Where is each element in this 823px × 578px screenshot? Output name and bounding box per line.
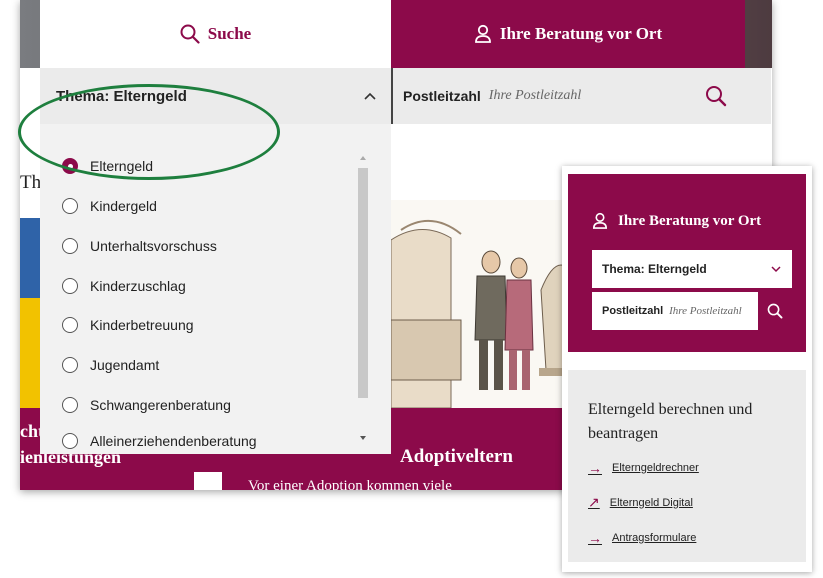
card-postleitzahl-input[interactable]: Ihre Postleitzahl <box>669 305 756 317</box>
option-label: Kindergeld <box>90 198 157 214</box>
tab-suche[interactable]: Suche <box>40 0 391 68</box>
beratung-title: Ihre Beratung vor Ort <box>592 212 761 230</box>
beratung-panel: Ihre Beratung vor Ort Thema: Elterngeld … <box>568 174 806 352</box>
link-label: Elterngeld Digital <box>609 496 693 509</box>
option-kinderzuschlag[interactable]: Kinderzuschlag <box>62 274 186 298</box>
person-icon <box>592 212 608 229</box>
mobile-widget-card: Ihre Beratung vor Ort Thema: Elterngeld … <box>562 166 812 572</box>
teaser-subtitle: Vor einer Adoption kommen viele <box>248 478 452 490</box>
elterngeld-links-panel: Elterngeld berechnen und beantragen → El… <box>568 370 806 562</box>
beratung-title-label: Ihre Beratung vor Ort <box>618 212 762 229</box>
card-postleitzahl-label: Postleitzahl <box>602 305 664 317</box>
option-label: Jugendamt <box>90 357 160 373</box>
chevron-up-icon <box>364 92 376 100</box>
arrow-up-right-icon: ↗ <box>588 494 600 510</box>
link-label: Antragsformulare <box>612 532 697 544</box>
elterngeld-links-title: Elterngeld berechnen und beantragen <box>588 401 753 442</box>
link-elterngeld-digital[interactable]: ↗ Elterngeld Digital <box>588 494 693 511</box>
flag-image-fragment <box>20 218 40 408</box>
search-icon <box>767 303 783 319</box>
option-kindergeld[interactable]: Kindergeld <box>62 194 157 218</box>
option-schwangerenberatung[interactable]: Schwangerenberatung <box>62 393 231 417</box>
postleitzahl-label: Postleitzahl <box>403 88 481 104</box>
radio-icon <box>62 357 78 373</box>
highlight-ellipse <box>18 84 280 180</box>
option-label: Unterhaltsvorschuss <box>90 238 217 254</box>
search-icon[interactable] <box>705 85 727 107</box>
option-label: Alleinerziehendenberatung <box>90 433 257 449</box>
option-alleinerziehendenberatung[interactable]: Alleinerziehendenberatung <box>62 429 257 453</box>
option-label: Kinderzuschlag <box>90 278 186 294</box>
background-heading-fragment: Th <box>20 172 42 193</box>
radio-icon <box>62 397 78 413</box>
link-elterngeldrechner[interactable]: → Elterngeldrechner <box>588 460 699 476</box>
option-label: Schwangerenberatung <box>90 397 231 413</box>
arrow-right-icon: → <box>588 530 602 546</box>
card-thema-select[interactable]: Thema: Elterngeld <box>592 250 792 288</box>
radio-icon <box>62 198 78 214</box>
chevron-down-icon <box>771 266 781 273</box>
option-jugendamt[interactable]: Jugendamt <box>62 353 159 377</box>
teaser-white-box <box>194 472 222 490</box>
radio-icon <box>62 433 78 449</box>
teaser-title[interactable]: Adoptiveltern <box>400 446 513 468</box>
search-icon <box>180 24 200 44</box>
tab-suche-label: Suche <box>207 24 252 43</box>
card-search-button[interactable] <box>756 292 792 330</box>
postleitzahl-field[interactable]: Postleitzahl Ihre Postleitzahl <box>391 68 771 124</box>
card-postleitzahl-field[interactable]: Postleitzahl Ihre Postleitzahl <box>592 292 792 330</box>
radio-icon <box>62 238 78 254</box>
option-label: Kinderbetreuung <box>90 317 194 333</box>
tab-ihre-beratung[interactable]: Ihre Beratung vor Ort <box>391 0 745 77</box>
option-kinderbetreuung[interactable]: Kinderbetreuung <box>62 313 194 337</box>
radio-icon <box>62 317 78 333</box>
person-icon <box>474 24 491 43</box>
option-unterhaltsvorschuss[interactable]: Unterhaltsvorschuss <box>62 234 217 258</box>
card-thema-value: Thema: Elterngeld <box>602 262 707 276</box>
radio-icon <box>62 278 78 294</box>
link-antragsformulare[interactable]: → Antragsformulare <box>588 530 696 546</box>
link-label: Elterngeldrechner <box>612 462 699 474</box>
scroll-down-icon[interactable] <box>360 436 366 440</box>
scroll-up-icon[interactable] <box>360 156 366 160</box>
scrollbar-thumb[interactable] <box>358 168 368 398</box>
postleitzahl-input[interactable]: Ihre Postleitzahl <box>489 88 705 104</box>
arrow-right-icon: → <box>588 460 602 476</box>
tab-ort-label: Ihre Beratung vor Ort <box>499 24 663 43</box>
